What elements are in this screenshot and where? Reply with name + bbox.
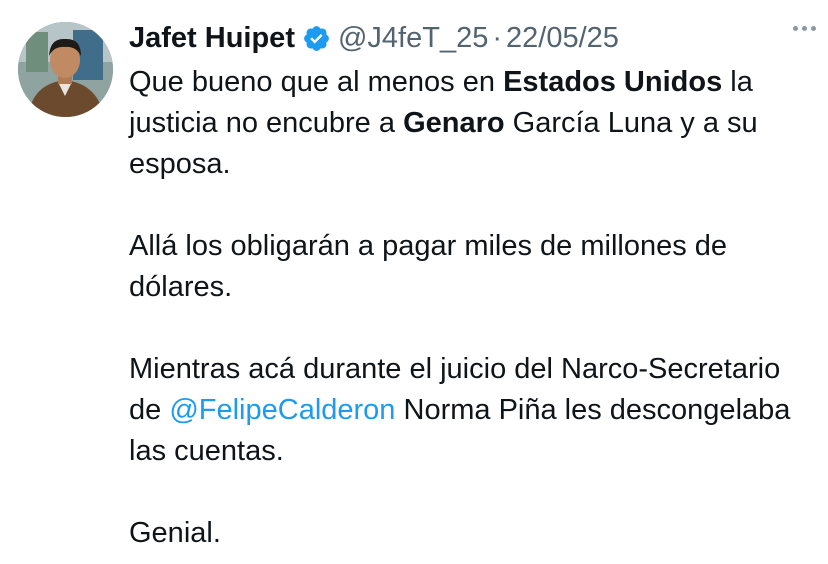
tweet: Jafet Huipet @J4feT_25 · 22/05/25 Que bu…: [0, 0, 828, 564]
tweet-header: Jafet Huipet @J4feT_25 · 22/05/25: [129, 16, 819, 60]
bold-text: Estados Unidos: [503, 66, 723, 98]
bold-text: Genaro: [403, 107, 505, 139]
tweet-text: Que bueno que al menos en Estados Unidos…: [129, 62, 819, 554]
tweet-content: Jafet Huipet @J4feT_25 · 22/05/25 Que bu…: [129, 16, 819, 554]
paragraph-1: Que bueno que al menos en Estados Unidos…: [129, 62, 819, 185]
more-options-icon[interactable]: [793, 26, 816, 31]
text-segment: Que bueno que al menos en: [129, 66, 504, 98]
author-handle[interactable]: @J4feT_25: [338, 22, 488, 55]
mention-link[interactable]: @FelipeCalderon: [169, 394, 395, 426]
paragraph-2: Allá los obligarán a pagar miles de mill…: [129, 230, 728, 303]
verified-badge-icon: [302, 24, 331, 53]
paragraph-3: Mientras acá durante el juicio del Narco…: [129, 349, 819, 472]
paragraph-4: Genial.: [129, 517, 221, 549]
tweet-date[interactable]: 22/05/25: [506, 22, 619, 55]
separator-dot: ·: [492, 21, 503, 54]
author-name[interactable]: Jafet Huipet: [129, 22, 295, 55]
avatar[interactable]: [18, 22, 113, 117]
profile-photo: [18, 22, 113, 117]
